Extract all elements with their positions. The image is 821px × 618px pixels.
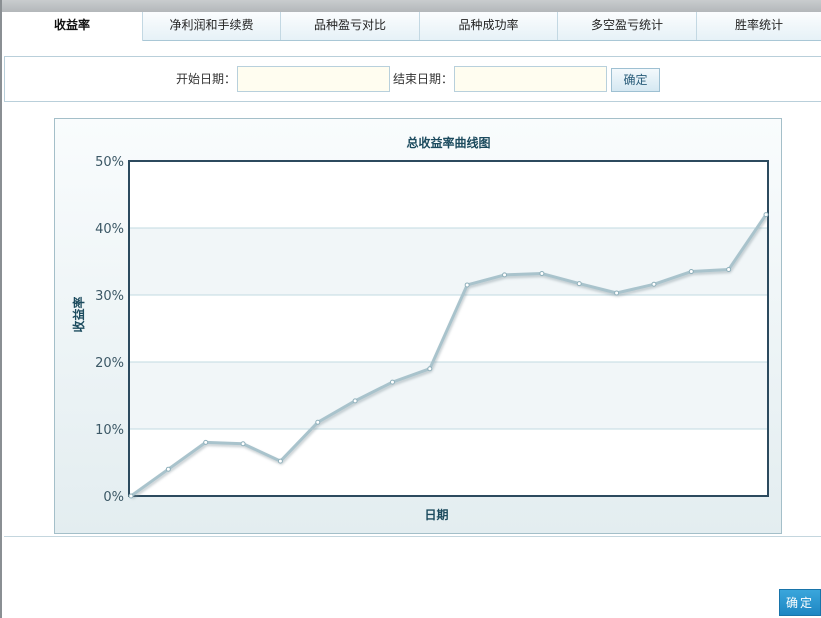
data-point [277,458,283,464]
ok-button[interactable]: 确定 [779,589,821,616]
data-point [315,419,321,425]
y-axis-label: 收益率 [71,296,86,332]
data-point [240,441,246,447]
y-tick-label: 20% [95,356,124,371]
end-date-input[interactable] [454,66,607,92]
data-point [352,398,358,404]
start-date-label: 开始日期： [176,72,237,86]
data-point [651,281,657,287]
plot-band [129,362,768,429]
data-point [763,212,769,218]
y-tick-label: 50% [95,155,124,170]
y-tick-label: 40% [95,222,124,237]
tab-bar: 收益率 净利润和手续费 品种盈亏对比 品种成功率 多空盈亏统计 胜率统计 [2,12,821,41]
start-date-input[interactable] [237,66,390,92]
data-point [128,493,134,499]
chart-title: 总收益率曲线图 [406,135,490,150]
data-point [539,271,545,277]
y-tick-label: 0% [103,490,124,505]
tab-win-rate-stats[interactable]: 胜率统计 [697,12,821,40]
data-point [502,272,508,278]
data-point [203,439,209,445]
data-point [464,282,470,288]
plot-band [129,429,768,496]
data-point [165,466,171,472]
plot-band [129,161,768,228]
end-date-label: 结束日期： [393,72,454,86]
window-left-edge [0,0,2,618]
plot-band [129,228,768,295]
data-point [726,267,732,273]
data-point [688,269,694,275]
x-axis-label: 日期 [424,507,448,522]
tab-net-profit-fees[interactable]: 净利润和手续费 [143,12,281,40]
tab-long-short-stats[interactable]: 多空盈亏统计 [558,12,697,40]
data-point [389,379,395,385]
data-point [614,290,620,296]
y-tick-label: 30% [95,289,124,304]
window-top-bar [0,0,821,12]
tab-product-pnl[interactable]: 品种盈亏对比 [281,12,420,40]
tab-return-rate[interactable]: 收益率 [2,12,143,41]
data-point [576,281,582,287]
y-tick-label: 10% [95,423,124,438]
confirm-button[interactable]: 确定 [611,68,660,92]
chart-container: 0% 10% 20% 30% 40% 50% 总收益率曲线图 日期 收益率 [54,118,782,534]
tab-product-success-rate[interactable]: 品种成功率 [420,12,558,40]
data-point [427,366,433,372]
return-rate-chart: 0% 10% 20% 30% 40% 50% 总收益率曲线图 日期 收益率 [71,135,769,522]
content-divider [4,536,821,537]
